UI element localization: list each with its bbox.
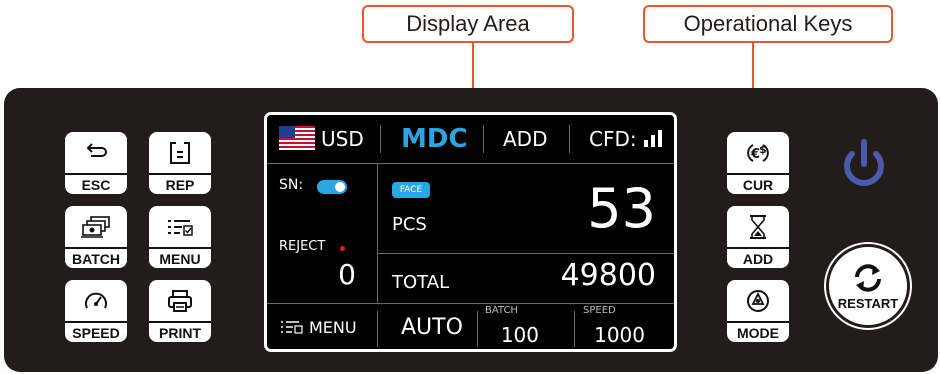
currency-exchange-icon: € $	[727, 132, 789, 173]
us-flag-icon	[279, 126, 315, 150]
total-label: TOTAL	[392, 272, 450, 293]
cfd-label: CFD:	[589, 127, 637, 151]
batch-key-label: BATCH	[65, 247, 127, 268]
batch-key[interactable]: BATCH	[65, 206, 127, 268]
reject-value: 0	[338, 258, 356, 291]
add-key[interactable]: ADD	[727, 206, 789, 268]
restart-button[interactable]: RESTART	[826, 244, 910, 328]
mode-label: MDC	[401, 124, 468, 154]
bottom-divider-3	[574, 311, 575, 347]
return-arrow-icon	[65, 132, 127, 173]
pcs-count: 53	[587, 177, 656, 240]
cash-stack-icon	[65, 206, 127, 247]
mode-key-label: MODE	[727, 321, 789, 342]
bottom-row-divider	[267, 303, 674, 304]
auto-label[interactable]: AUTO	[401, 315, 463, 340]
pcs-label: PCS	[392, 214, 427, 235]
restart-label: RESTART	[837, 296, 899, 311]
top-divider-3	[569, 125, 570, 153]
display-area-callout: Display Area	[362, 5, 574, 43]
top-divider-2	[483, 125, 484, 153]
esc-key-label: ESC	[65, 173, 127, 194]
operational-keys-callout-label: Operational Keys	[683, 11, 853, 36]
reject-label: REJECT	[279, 239, 326, 254]
cur-key[interactable]: € $ CUR	[727, 132, 789, 194]
speed-value: 1000	[594, 323, 645, 347]
report-document-icon	[149, 132, 211, 173]
sn-toggle-knob	[335, 182, 345, 192]
svg-text:$: $	[759, 143, 767, 156]
menu-list-icon	[149, 206, 211, 247]
currency-label: USD	[321, 127, 364, 151]
menu-label[interactable]: MENU	[309, 318, 357, 337]
speed-key[interactable]: SPEED	[65, 280, 127, 342]
add-status-label: ADD	[503, 127, 548, 151]
bottom-divider-1	[377, 311, 378, 347]
mode-key[interactable]: MODE	[727, 280, 789, 342]
cur-key-label: CUR	[727, 173, 789, 194]
batch-value: 100	[500, 323, 539, 347]
power-button[interactable]	[834, 134, 894, 194]
signal-bars-icon	[644, 130, 662, 147]
batch-label: BATCH	[485, 305, 518, 316]
menu-key[interactable]: MENU	[149, 206, 211, 268]
print-key[interactable]: PRINT	[149, 280, 211, 342]
rep-key-label: REP	[149, 173, 211, 194]
display-area-callout-label: Display Area	[406, 11, 530, 36]
top-row-divider	[267, 163, 674, 164]
speed-label: SPEED	[583, 305, 616, 316]
menu-list-icon	[281, 321, 303, 334]
hourglass-icon	[727, 206, 789, 247]
left-column-divider	[377, 163, 378, 303]
sn-label: SN:	[279, 177, 304, 193]
print-key-label: PRINT	[149, 321, 211, 342]
bottom-divider-2	[477, 311, 478, 347]
face-badge: FACE	[392, 182, 430, 198]
reject-indicator-dot	[340, 246, 345, 251]
printer-icon	[149, 280, 211, 321]
add-key-label: ADD	[727, 247, 789, 268]
pcs-total-divider	[378, 253, 674, 254]
power-icon	[844, 139, 884, 187]
sn-toggle[interactable]	[317, 180, 347, 194]
total-value: 49800	[560, 258, 656, 293]
display-screen: USD MDC ADD CFD: SN: REJECT 0 FACE PCS 5…	[264, 112, 677, 352]
speed-key-label: SPEED	[65, 321, 127, 342]
operational-keys-callout: Operational Keys	[643, 5, 893, 43]
speedometer-icon	[65, 280, 127, 321]
rep-key[interactable]: REP	[149, 132, 211, 194]
mode-dial-icon	[727, 280, 789, 321]
top-divider-1	[380, 125, 381, 153]
menu-key-label: MENU	[149, 247, 211, 268]
esc-key[interactable]: ESC	[65, 132, 127, 194]
refresh-icon	[855, 264, 881, 292]
